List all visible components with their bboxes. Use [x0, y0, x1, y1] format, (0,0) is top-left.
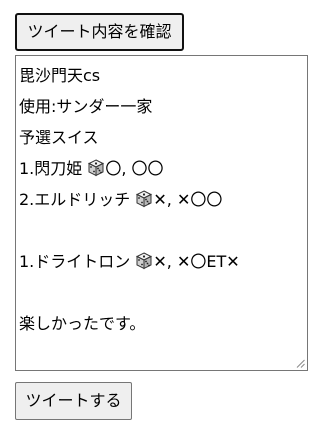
- match-opponent: 1.閃刀姫: [19, 159, 88, 178]
- text-line: [19, 277, 304, 308]
- dice-icon: [88, 159, 105, 177]
- text-line: 予選スイス: [19, 128, 99, 147]
- match-line: 2.エルドリッチ ✕, ✕〇〇: [19, 184, 304, 215]
- confirm-tweet-button[interactable]: ツイート内容を確認: [15, 13, 184, 51]
- tweet-composer: ツイート内容を確認 毘沙門天cs 使用:サンダー一家 予選スイス 1.閃刀姫 〇…: [0, 0, 336, 429]
- text-line: [19, 215, 304, 246]
- match-result: ✕, ✕〇〇: [153, 190, 223, 209]
- match-opponent: 1.ドライトロン: [19, 252, 136, 271]
- text-line: 使用:サンダー一家: [19, 97, 153, 116]
- dice-icon: [136, 252, 153, 270]
- dice-icon: [136, 190, 153, 208]
- tweet-button[interactable]: ツイートする: [15, 382, 132, 420]
- match-opponent: 2.エルドリッチ: [19, 190, 136, 209]
- resize-handle-icon[interactable]: [296, 359, 305, 368]
- match-result: 〇, 〇〇: [105, 159, 164, 178]
- text-line: 楽しかったです。: [19, 314, 146, 333]
- match-line: 1.ドライトロン ✕, ✕〇ET✕: [19, 246, 304, 277]
- tweet-textarea[interactable]: 毘沙門天cs 使用:サンダー一家 予選スイス 1.閃刀姫 〇, 〇〇 2.エルド…: [15, 55, 308, 371]
- match-line: 1.閃刀姫 〇, 〇〇: [19, 153, 304, 184]
- match-result: ✕, ✕〇ET✕: [153, 252, 240, 271]
- text-line: 毘沙門天cs: [19, 66, 101, 85]
